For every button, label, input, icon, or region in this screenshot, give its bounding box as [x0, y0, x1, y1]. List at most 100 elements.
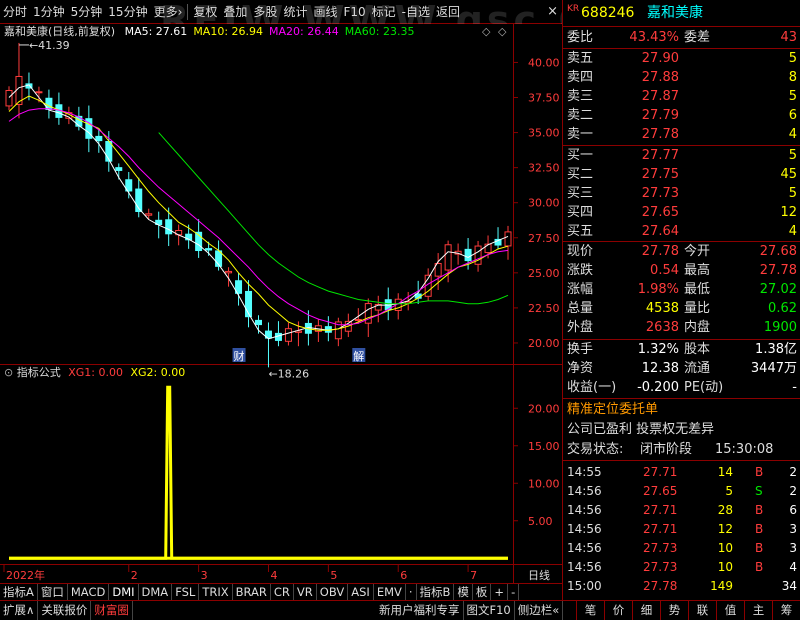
- status-link[interactable]: 扩展∧: [0, 601, 39, 620]
- tick-time: 14:56: [567, 541, 602, 555]
- sidebar-tab[interactable]: 值: [716, 601, 744, 620]
- sidebar-tab[interactable]: 势: [660, 601, 688, 620]
- tick-price: 27.71: [643, 522, 678, 536]
- chart-title[interactable]: 嘉和美康(日线,前复权): [4, 25, 115, 38]
- stat-value: 27.68: [759, 244, 797, 259]
- indicator-tab[interactable]: 指标A: [0, 584, 38, 600]
- period-label: 日线: [528, 568, 550, 582]
- toolbar-item[interactable]: 画线: [310, 0, 340, 23]
- tick-time: 15:00: [567, 579, 602, 593]
- candle-body: [255, 319, 262, 326]
- toolbar-item[interactable]: 统计: [280, 0, 310, 23]
- indicator-tab[interactable]: 窗口: [38, 584, 68, 600]
- order-book-row: 卖四 27.88 8: [563, 69, 800, 87]
- toolbar-item[interactable]: 标记: [369, 0, 399, 23]
- finance-row: 收益(一) -0.200 PE(动) -: [563, 379, 800, 397]
- book-volume: 4: [788, 127, 797, 142]
- kline-chart[interactable]: 40.0037.5035.0032.5030.0027.5025.0022.50…: [0, 24, 562, 584]
- status-link[interactable]: 新用户福利专享: [376, 601, 464, 620]
- stat-label: 涨跌: [567, 263, 594, 278]
- toolbar-item[interactable]: 1分钟: [30, 0, 68, 23]
- finance-label: 净资: [567, 361, 594, 376]
- indicator-tab[interactable]: DMI: [109, 584, 139, 600]
- indicator-tab[interactable]: EMV: [374, 584, 406, 600]
- toolbar-item[interactable]: 分时: [0, 0, 30, 23]
- finance-value: 1.38亿: [755, 342, 797, 357]
- book-price: 27.88: [641, 70, 679, 85]
- xg1-value: XG1: 0.00: [68, 366, 123, 379]
- chevron-icon[interactable]: ◇: [498, 24, 506, 40]
- order-book-row: 买五 27.64 4: [563, 223, 800, 241]
- indicator-tab[interactable]: 指标B: [417, 584, 455, 600]
- x-tick-label: 3: [201, 569, 208, 582]
- candle-body: [324, 326, 332, 333]
- collapse-icon[interactable]: ⊙: [4, 366, 13, 379]
- book-volume: 5: [788, 148, 797, 163]
- indicator-tab[interactable]: +: [491, 584, 509, 600]
- x-tick-label: 6: [400, 569, 407, 582]
- event-marker-jie: 解: [353, 349, 364, 363]
- indicator-tab[interactable]: 板: [473, 584, 492, 600]
- sidebar-tab[interactable]: 笔: [576, 601, 604, 620]
- stat-label: 最高: [684, 263, 711, 278]
- book-label: 买二: [567, 167, 594, 182]
- y-tick-label: 37.50: [528, 92, 560, 105]
- indicator-tab[interactable]: OBV: [317, 584, 349, 600]
- book-price: 27.90: [641, 51, 679, 66]
- indicator-tab[interactable]: CR: [271, 584, 294, 600]
- book-price: 27.64: [641, 224, 679, 239]
- tick-row: 15:00 27.78 149 34: [563, 577, 800, 595]
- indicator-tab[interactable]: DMA: [139, 584, 173, 600]
- candle-body: [444, 244, 452, 271]
- indicator-tab[interactable]: MACD: [68, 584, 110, 600]
- y-tick-label: 35.00: [528, 127, 560, 140]
- sidebar-tab[interactable]: 主: [744, 601, 772, 620]
- toolbar-item[interactable]: 15分钟: [105, 0, 150, 23]
- status-link[interactable]: 关联报价: [38, 601, 92, 620]
- indicator-tab[interactable]: BRAR: [233, 584, 271, 600]
- indicator-tab[interactable]: ·: [406, 584, 417, 600]
- toolbar-item[interactable]: 更多›: [151, 0, 186, 23]
- indicator-tab[interactable]: ASI: [348, 584, 374, 600]
- indicator-tab[interactable]: VR: [294, 584, 317, 600]
- toolbar-item[interactable]: 叠加: [220, 0, 250, 23]
- promo-link[interactable]: 精准定位委托单: [567, 401, 658, 419]
- toolbar-item[interactable]: 多股: [250, 0, 280, 23]
- finance-value: -0.200: [637, 380, 679, 395]
- status-link[interactable]: 财富圈: [91, 601, 133, 620]
- finance-label: 流通: [684, 361, 711, 376]
- book-label: 买五: [567, 224, 594, 239]
- toolbar-item[interactable]: 复权: [190, 0, 220, 23]
- stat-value: 27.02: [759, 282, 797, 297]
- promo-row[interactable]: 精准定位委托单: [563, 401, 800, 419]
- sidebar-tab[interactable]: 价: [604, 601, 632, 620]
- order-book-row: 卖三 27.87 5: [563, 88, 800, 106]
- indicator-tab[interactable]: -: [508, 584, 520, 600]
- weibi-label: 委比: [567, 30, 594, 45]
- toolbar-item[interactable]: 返回: [433, 0, 463, 23]
- indicator-tab[interactable]: TRIX: [199, 584, 233, 600]
- close-icon[interactable]: ×: [547, 0, 558, 23]
- sidebar-tab[interactable]: 筹: [772, 601, 800, 620]
- order-book-row: 卖一 27.78 4: [563, 126, 800, 144]
- toolbar-item[interactable]: -自选: [399, 0, 433, 23]
- indicator-tab[interactable]: FSL: [172, 584, 200, 600]
- indicator-name[interactable]: 指标公式: [17, 366, 61, 379]
- stock-name[interactable]: 嘉和美康: [647, 3, 703, 23]
- toolbar-item[interactable]: F10: [340, 0, 368, 23]
- toolbar-item[interactable]: 5分钟: [68, 0, 106, 23]
- tick-price: 27.73: [643, 560, 678, 574]
- tick-price: 27.73: [643, 541, 678, 555]
- status-link[interactable]: 图文F10: [464, 601, 515, 620]
- stock-header: KR 688246 嘉和美康: [563, 3, 800, 23]
- settings-icon[interactable]: ◇: [482, 24, 490, 40]
- book-price: 27.87: [641, 89, 679, 104]
- sidebar-tab[interactable]: 细: [632, 601, 660, 620]
- stock-code[interactable]: 688246: [581, 3, 634, 23]
- candle-body: [165, 219, 173, 235]
- low-price-label: ←18.26: [268, 367, 309, 380]
- sidebar-tab[interactable]: 联: [688, 601, 716, 620]
- status-link[interactable]: 侧边栏«: [515, 601, 564, 620]
- indicator-tab[interactable]: 模: [454, 584, 473, 600]
- candle-body: [484, 243, 492, 254]
